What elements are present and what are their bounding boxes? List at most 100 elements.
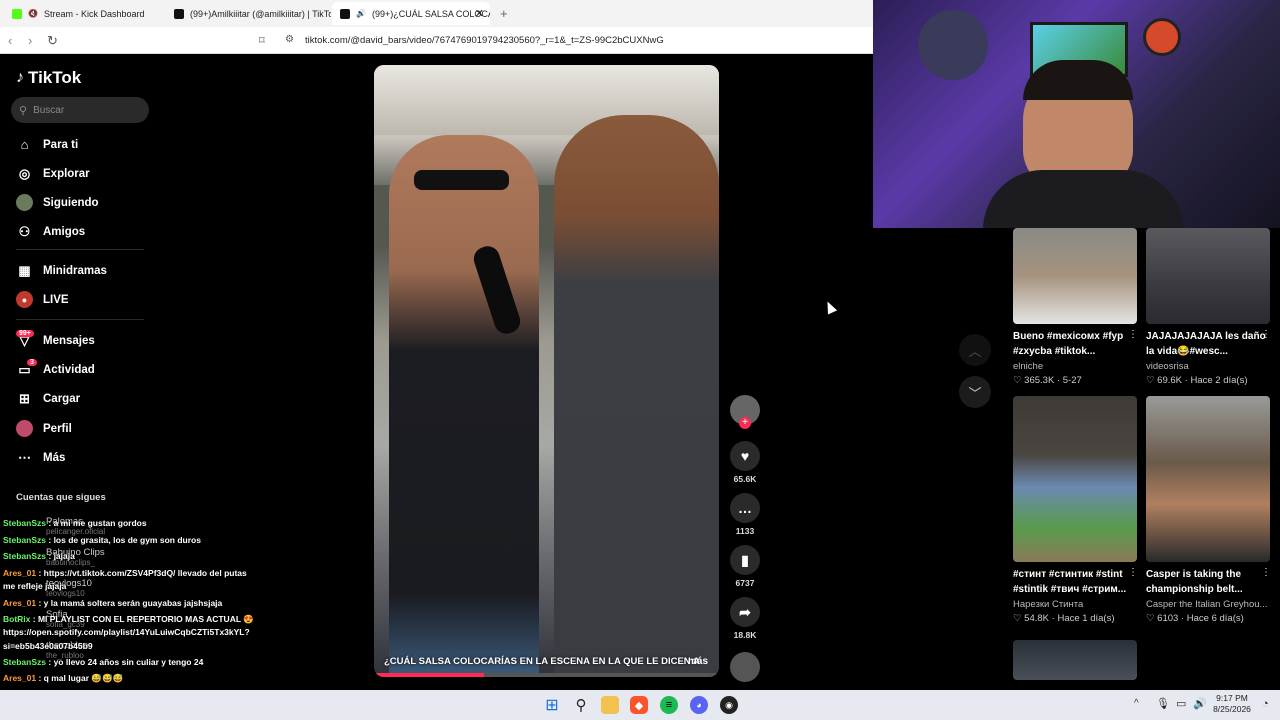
minidrama-icon: ▦ — [18, 262, 31, 278]
tab-tiktok-profile[interactable]: (99+)Amilkiiitar (@amilkiiitar) | TikTok — [166, 2, 331, 25]
windows-start-icon[interactable]: ⊞ — [543, 696, 561, 714]
video-player[interactable]: ¿CUÁL SALSA COLOCARÍAS EN LA ESCENA EN L… — [374, 65, 719, 677]
sidebar-item-label: Más — [43, 451, 66, 464]
sidebar-item-para-ti[interactable]: ⌂ Para ti — [16, 136, 79, 153]
microphone-icon[interactable]: 🎙 — [1156, 697, 1170, 710]
save-button[interactable]: ▮ 6737 — [730, 545, 760, 588]
new-tab-icon[interactable]: + — [500, 6, 508, 21]
discord-icon[interactable]: ◕ — [690, 696, 708, 714]
sound-disc[interactable] — [730, 652, 760, 685]
view-count: 54.8K — [1024, 613, 1049, 624]
reload-icon[interactable]: ↻ — [47, 33, 58, 49]
chat-text: me refleje jajaja — [3, 581, 67, 591]
obs-icon[interactable]: ◉ — [720, 696, 738, 714]
recommendation-thumbnail[interactable] — [1013, 640, 1137, 680]
comment-button[interactable]: … 1133 — [730, 493, 760, 536]
stream-chat-overlay: StebanSzs : a mi me gustan gordos Steban… — [0, 515, 300, 690]
recommendation-title[interactable]: Bueno #mexicoмх #fyp #zxycba #tiktok... — [1013, 329, 1133, 359]
chat-text: yo llevo 24 años sin culiar y tengo 24 — [53, 657, 204, 667]
previous-video-button[interactable]: ︿ — [959, 334, 991, 366]
chat-text: MI PLAYLIST CON EL REPERTORIO MAS ACTUAL… — [37, 614, 254, 624]
tiktok-logo[interactable]: ♪ TikTok — [16, 68, 81, 88]
recommendation-title[interactable]: #стинт #стинтик #stint #stintik #твич #с… — [1013, 567, 1133, 597]
post-date: Hace 6 día(s) — [1186, 613, 1244, 624]
friends-icon: ⚇ — [18, 223, 31, 239]
sunglasses-image — [414, 170, 509, 190]
music-disc-icon — [730, 652, 760, 682]
share-button[interactable]: ➦ 18.8K — [730, 597, 760, 640]
more-options-icon[interactable]: ⋮ — [1261, 329, 1271, 340]
tab-title: (99+)¿CUÁL SALSA COLOCAR — [371, 8, 490, 19]
recommendation-thumbnail[interactable] — [1146, 396, 1270, 562]
video-progress-bar[interactable] — [374, 673, 719, 677]
chat-text: jajaja — [53, 551, 75, 561]
sidebar-item-amigos[interactable]: ⚇ Amigos — [16, 223, 86, 240]
recommendation-author[interactable]: Casper the Italian Greyhou... — [1146, 599, 1267, 610]
sidebar-item-siguiendo[interactable]: Siguiendo — [16, 194, 99, 211]
sidebar-divider — [16, 249, 144, 250]
chat-username: StebanSzs — [3, 551, 46, 561]
mouse-cursor-icon — [822, 299, 838, 315]
site-info-icon[interactable]: ⚙ — [285, 34, 294, 45]
video-caption: ¿CUÁL SALSA COLOCARÍAS EN LA ESCENA EN L… — [384, 656, 700, 667]
volume-icon[interactable]: 🔊 — [1193, 697, 1207, 710]
recommendation-author[interactable]: Нарезки Стинта — [1013, 599, 1083, 610]
sidebar-item-mas[interactable]: ⋯ Más — [16, 449, 65, 466]
bookmark-page-icon[interactable]: ⌑ — [259, 34, 265, 47]
notifications-icon[interactable]: ◔ — [1262, 698, 1269, 710]
sidebar-item-explorar[interactable]: ◎ Explorar — [16, 165, 90, 182]
like-button[interactable]: ♥ 65.6K — [730, 441, 760, 484]
profile-avatar-icon — [16, 420, 33, 437]
brave-browser-icon[interactable]: ◆ — [630, 696, 648, 714]
post-date: Hace 1 día(s) — [1057, 613, 1115, 624]
caption-more-link[interactable]: más — [688, 656, 708, 667]
back-arrow-icon[interactable]: ‹ — [8, 33, 12, 48]
bookmark-icon: ▮ — [730, 545, 760, 575]
sidebar-item-label: Minidramas — [43, 264, 107, 277]
spotify-icon[interactable]: ≡ — [660, 696, 678, 714]
heart-outline-icon: ♡ — [1146, 375, 1155, 386]
sidebar-item-label: LIVE — [43, 293, 69, 306]
sidebar-item-label: Perfil — [43, 422, 72, 435]
chat-text: https://open.spotify.com/playlist/14YuLu… — [3, 627, 250, 637]
search-input[interactable]: ⚲ Buscar — [11, 97, 149, 123]
view-count: 365.3K — [1024, 375, 1055, 386]
chevron-up-icon[interactable]: ^ — [1134, 698, 1139, 709]
sidebar-item-cargar[interactable]: ⊞ Cargar — [16, 390, 80, 407]
recommendation-title[interactable]: Casper is taking the championship belt..… — [1146, 567, 1266, 597]
heart-outline-icon: ♡ — [1013, 375, 1022, 386]
chat-message: StebanSzs : a mi me gustan gordos — [3, 518, 147, 528]
forward-arrow-icon[interactable]: › — [28, 33, 32, 48]
recommendation-author[interactable]: videosrisa — [1146, 361, 1189, 372]
follow-plus-icon[interactable]: + — [739, 417, 751, 429]
tab-tiktok-video[interactable]: 🔊 (99+)¿CUÁL SALSA COLOCAR ✕ — [332, 2, 490, 25]
recommendation-thumbnail[interactable] — [1146, 228, 1270, 324]
network-icon[interactable]: ▭ — [1176, 697, 1186, 710]
more-options-icon[interactable]: ⋮ — [1128, 329, 1138, 340]
sidebar-item-live[interactable]: ● LIVE — [16, 291, 69, 308]
close-tab-icon[interactable]: ✕ — [475, 7, 484, 20]
recommendation-thumbnail[interactable] — [1013, 228, 1137, 324]
file-explorer-icon[interactable] — [601, 696, 619, 714]
more-options-icon[interactable]: ⋮ — [1128, 567, 1138, 578]
recommendation-author[interactable]: elniche — [1013, 361, 1043, 372]
url-field[interactable]: tiktok.com/@david_bars/video/76747690197… — [305, 35, 664, 46]
clock[interactable]: 9:17 PM 8/25/2026 — [1207, 693, 1257, 715]
upload-icon: ⊞ — [19, 390, 30, 406]
chat-text: si=eb5b43e0a07b45b9 — [3, 641, 93, 651]
compass-icon: ◎ — [18, 165, 31, 181]
sidebar-item-minidramas[interactable]: ▦ Minidramas — [16, 262, 107, 279]
more-options-icon[interactable]: ⋮ — [1261, 567, 1271, 578]
search-icon[interactable]: ⚲ — [572, 696, 590, 714]
recommendation-meta: ♡ 69.6K · Hace 2 día(s) — [1146, 375, 1248, 386]
browser-tab-bar: 🔇 Stream - Kick Dashboard (99+)Amilkiiit… — [0, 0, 873, 27]
recommendation-title[interactable]: JAJAJAJAJAJA les daño la vida😂#wesc... — [1146, 329, 1266, 359]
sidebar-item-perfil[interactable]: Perfil — [16, 420, 72, 437]
next-video-button[interactable]: ﹀ — [959, 376, 991, 408]
save-count: 6737 — [735, 578, 755, 588]
tab-kick-dashboard[interactable]: 🔇 Stream - Kick Dashboard — [4, 2, 164, 25]
chat-message: Ares_01 : https://vt.tiktok.com/ZSV4Pf3d… — [3, 568, 247, 578]
address-bar: ‹ › ↻ ⌑ ⚙ tiktok.com/@david_bars/video/7… — [0, 27, 873, 54]
creator-avatar[interactable]: + — [730, 395, 760, 429]
recommendation-thumbnail[interactable] — [1013, 396, 1137, 562]
